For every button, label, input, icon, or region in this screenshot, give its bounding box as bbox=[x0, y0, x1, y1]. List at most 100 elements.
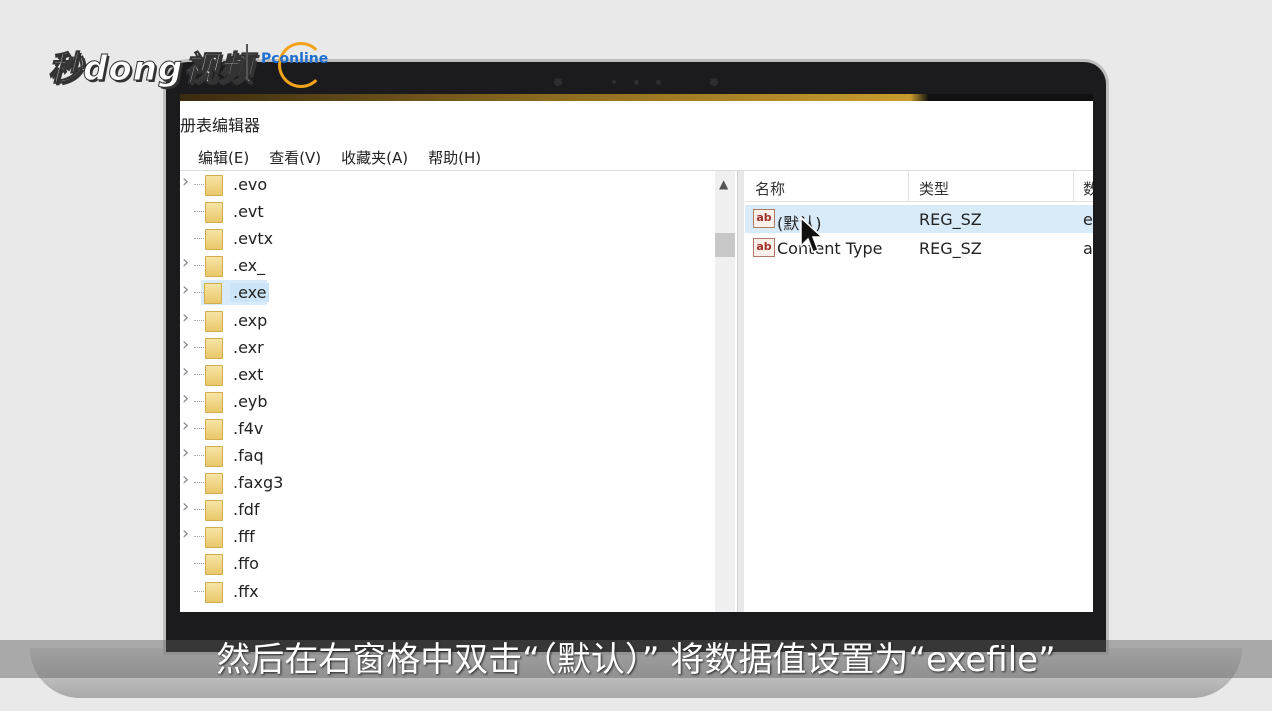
tree-item[interactable]: .evtx bbox=[180, 225, 710, 252]
menu-view[interactable]: 查看(V) bbox=[269, 147, 321, 168]
menu-favorites[interactable]: 收藏夹(A) bbox=[341, 147, 408, 168]
chevron-right-icon[interactable]: › bbox=[182, 442, 192, 463]
chevron-right-icon[interactable]: › bbox=[182, 388, 192, 409]
tree-connector bbox=[194, 184, 204, 185]
column-separator[interactable] bbox=[908, 171, 909, 201]
chevron-right-icon[interactable]: › bbox=[182, 523, 192, 544]
tree-item-label: .exr bbox=[233, 337, 264, 357]
folder-icon bbox=[205, 446, 223, 467]
tree-item-label: .ex_ bbox=[233, 256, 266, 276]
window-title: 册表编辑器 bbox=[180, 116, 261, 135]
logo-separator bbox=[246, 44, 248, 80]
tree-item-label: .exp bbox=[233, 310, 268, 330]
key-tree-pane[interactable]: › .evo .evt .evtx › .ex_ › .exe › .exp › .exr › .ext ›… bbox=[180, 171, 738, 612]
chevron-right-icon[interactable]: › bbox=[182, 252, 192, 273]
chevron-right-icon[interactable]: › bbox=[182, 171, 192, 192]
tree-scrollbar[interactable]: ▲ bbox=[715, 171, 735, 612]
column-separator[interactable] bbox=[1073, 171, 1074, 201]
folder-icon bbox=[205, 473, 223, 495]
scroll-thumb[interactable] bbox=[715, 233, 735, 257]
tree-item[interactable]: › .ex_ bbox=[180, 252, 710, 279]
tree-item-label: .f4v bbox=[233, 418, 264, 438]
tree-connector bbox=[194, 455, 204, 456]
tree-item-label: .ffo bbox=[233, 554, 259, 574]
tree-connector bbox=[194, 319, 204, 321]
chevron-right-icon[interactable]: › bbox=[182, 496, 192, 517]
tree-item[interactable]: › .evo bbox=[180, 171, 710, 198]
tree-connector bbox=[194, 590, 204, 592]
tree-item-label: .faxg3 bbox=[233, 473, 284, 493]
tree-item[interactable]: .ffx bbox=[180, 578, 710, 605]
tree-item[interactable]: › .exp bbox=[180, 307, 710, 334]
chevron-right-icon[interactable]: › bbox=[182, 307, 192, 328]
camera-dot bbox=[656, 80, 661, 85]
pane-splitter[interactable] bbox=[738, 171, 744, 612]
folder-icon bbox=[204, 283, 222, 305]
column-header-name[interactable]: 名称 bbox=[755, 178, 785, 199]
tree-item-label: .evt bbox=[233, 202, 264, 222]
menu-help[interactable]: 帮助(H) bbox=[428, 147, 481, 168]
tree-item[interactable]: › .exe bbox=[180, 279, 710, 306]
camera-dot bbox=[710, 78, 718, 86]
menu-edit[interactable]: 编辑(E) bbox=[198, 147, 249, 168]
tree-item[interactable]: › .faq bbox=[180, 442, 710, 469]
folder-icon bbox=[205, 229, 223, 251]
tree-item-label: .exe bbox=[230, 283, 270, 303]
title-bar-strip bbox=[180, 94, 1093, 101]
chevron-right-icon[interactable]: › bbox=[182, 415, 192, 436]
tree-connector bbox=[194, 536, 204, 538]
folder-icon bbox=[205, 175, 223, 196]
tree-item[interactable]: › .faxg3 bbox=[180, 469, 710, 496]
laptop-screen: 册表编辑器 编辑(E) 查看(V) 收藏夹(A) 帮助(H) › .evo .evt… bbox=[180, 94, 1093, 612]
folder-icon bbox=[205, 391, 223, 413]
tree-item[interactable]: › .f4v bbox=[180, 415, 710, 442]
tree-item-label: .evo bbox=[233, 175, 268, 194]
chevron-right-icon[interactable]: › bbox=[182, 469, 192, 490]
folder-icon bbox=[205, 310, 223, 332]
partner-logo: Pconline bbox=[261, 51, 329, 67]
chevron-right-icon[interactable]: › bbox=[182, 334, 192, 355]
tree-item[interactable]: › .exr bbox=[180, 334, 710, 361]
folder-icon bbox=[205, 202, 223, 224]
column-header-data[interactable]: 数 bbox=[1083, 178, 1093, 199]
ab-string-icon: ab bbox=[753, 209, 775, 228]
video-subtitle: 然后在右窗格中双击“（默认）” 将数据值设置为“exefile” bbox=[216, 640, 1056, 680]
tree-item[interactable]: › .fff bbox=[180, 523, 710, 550]
value-data: e bbox=[1083, 210, 1093, 229]
menu-bar: 编辑(E) 查看(V) 收藏夹(A) 帮助(H) bbox=[198, 147, 481, 168]
value-row-default[interactable]: ab (默认) REG_SZ e bbox=[745, 205, 1093, 233]
ab-string-icon: ab bbox=[753, 238, 775, 257]
mouse-cursor-icon bbox=[800, 216, 823, 253]
brand-logo: 秒dong视频 bbox=[47, 49, 254, 90]
tree-item-label: .eyb bbox=[233, 391, 268, 411]
folder-icon bbox=[205, 364, 223, 386]
tree-item-label: .evtx bbox=[233, 229, 274, 249]
tree-item-label: .ffx bbox=[233, 581, 259, 601]
tree-connector bbox=[194, 400, 204, 402]
tree-item[interactable]: › .fdf bbox=[180, 496, 710, 523]
tree-item[interactable]: .ffo bbox=[180, 550, 710, 577]
tree-item[interactable]: › .eyb bbox=[180, 388, 710, 415]
tree-connector bbox=[194, 563, 204, 565]
tree-item[interactable]: .evt bbox=[180, 198, 710, 225]
chevron-right-icon[interactable]: › bbox=[182, 279, 192, 300]
folder-icon bbox=[205, 418, 223, 440]
value-row-content-type[interactable]: ab Content Type REG_SZ a bbox=[745, 234, 1093, 262]
camera-dot bbox=[554, 78, 562, 86]
folder-icon bbox=[205, 527, 223, 549]
column-header-type[interactable]: 类型 bbox=[919, 178, 949, 199]
camera-dot bbox=[634, 80, 639, 85]
tree-item[interactable]: › .ext bbox=[180, 361, 710, 388]
tree-item-label: .fdf bbox=[233, 500, 260, 520]
folder-icon bbox=[205, 554, 223, 576]
tree-connector bbox=[194, 346, 204, 348]
tree-item-label: .ext bbox=[233, 364, 264, 384]
chevron-right-icon[interactable]: › bbox=[182, 361, 192, 382]
value-data: a bbox=[1083, 239, 1093, 258]
folder-icon bbox=[205, 581, 223, 603]
folder-icon bbox=[205, 256, 223, 278]
value-type: REG_SZ bbox=[919, 239, 982, 258]
value-name: Content Type bbox=[777, 239, 883, 258]
scroll-up-icon[interactable]: ▲ bbox=[719, 177, 728, 191]
tree-connector bbox=[194, 427, 204, 429]
